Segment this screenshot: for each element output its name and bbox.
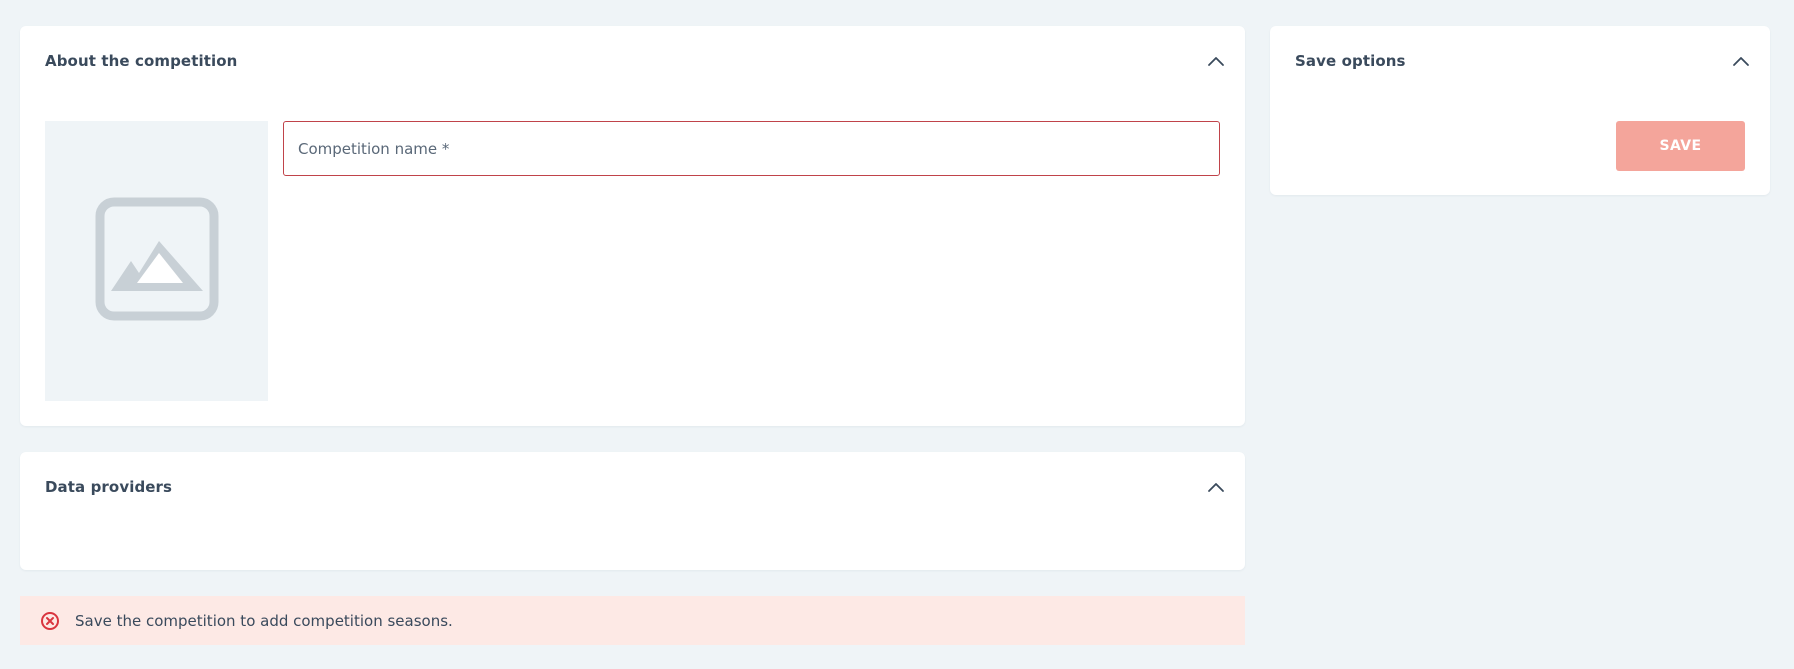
alert-message: Save the competition to add competition … bbox=[75, 611, 453, 630]
chevron-up-icon[interactable] bbox=[1732, 52, 1750, 70]
about-competition-card: About the competition bbox=[20, 26, 1245, 426]
data-providers-card: Data providers bbox=[20, 452, 1245, 570]
competition-image-upload[interactable] bbox=[45, 121, 268, 401]
save-button[interactable]: SAVE bbox=[1616, 121, 1745, 171]
save-options-header: Save options bbox=[1295, 26, 1750, 96]
error-alert: Save the competition to add competition … bbox=[20, 596, 1245, 645]
competition-name-input[interactable] bbox=[283, 121, 1220, 176]
page: About the competition Save options SA bbox=[0, 0, 1794, 669]
data-providers-title: Data providers bbox=[45, 478, 173, 496]
image-icon bbox=[95, 197, 219, 325]
save-options-title: Save options bbox=[1295, 52, 1406, 70]
data-providers-header: Data providers bbox=[45, 452, 1225, 522]
chevron-up-icon[interactable] bbox=[1207, 52, 1225, 70]
save-options-card: Save options SAVE bbox=[1270, 26, 1770, 195]
about-competition-title: About the competition bbox=[45, 52, 238, 70]
about-competition-header: About the competition bbox=[45, 26, 1225, 96]
error-circle-icon bbox=[40, 611, 60, 631]
chevron-up-icon[interactable] bbox=[1207, 478, 1225, 496]
